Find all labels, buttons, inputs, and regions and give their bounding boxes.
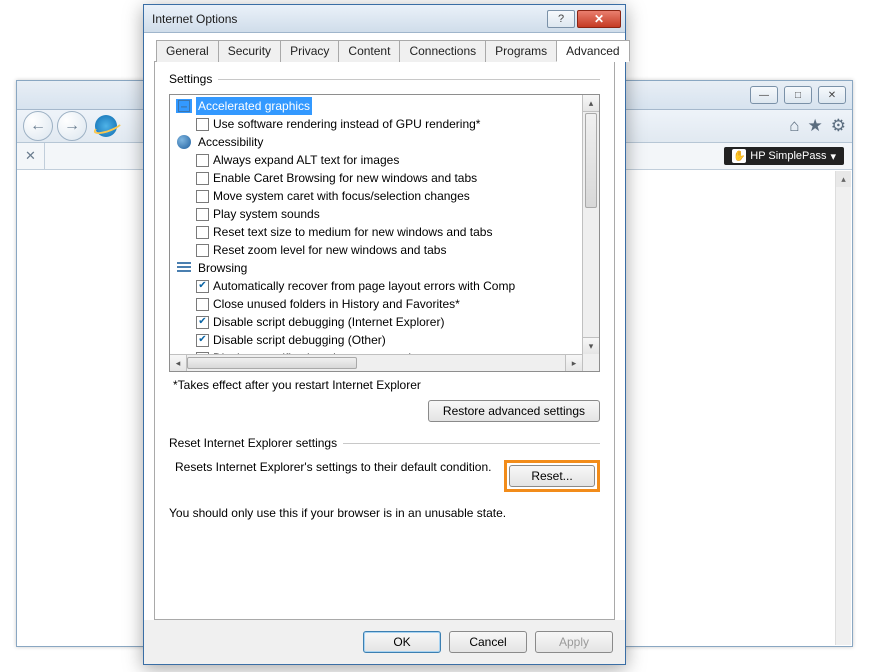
tree-item-label: Disable script debugging (Other) [213, 331, 386, 349]
checkbox[interactable] [196, 334, 209, 347]
close-tab-icon[interactable]: ✕ [17, 143, 45, 169]
restore-advanced-button[interactable]: Restore advanced settings [428, 400, 600, 422]
checkbox[interactable] [196, 190, 209, 203]
internet-options-dialog: Internet Options ? ✕ General Security Pr… [143, 4, 626, 665]
minimize-button[interactable]: — [750, 86, 778, 104]
tree-item[interactable]: Close unused folders in History and Favo… [174, 295, 582, 313]
globe-icon [176, 135, 192, 149]
browser-scrollbar[interactable]: ▴ [835, 171, 851, 645]
scroll-up-icon[interactable]: ▴ [836, 171, 851, 187]
forward-button[interactable]: → [57, 111, 87, 141]
dialog-close-button[interactable]: ✕ [577, 10, 621, 28]
tree-item-label: Use software rendering instead of GPU re… [213, 115, 480, 133]
checkbox[interactable] [196, 154, 209, 167]
simplepass-label: HP SimplePass [750, 150, 826, 162]
reset-group-label: Reset Internet Explorer settings [169, 436, 337, 450]
tree-item-label: Enable Caret Browsing for new windows an… [213, 169, 477, 187]
tree-item[interactable]: Reset zoom level for new windows and tab… [174, 241, 582, 259]
tree-item-label: Close unused folders in History and Favo… [213, 295, 460, 313]
dialog-footer: OK Cancel Apply [144, 620, 625, 664]
checkbox[interactable] [196, 244, 209, 257]
simplepass-toolbar[interactable]: ✋ HP SimplePass ▾ [724, 147, 844, 165]
tree-item[interactable]: Disable script debugging (Other) [174, 331, 582, 349]
dropdown-icon: ▾ [830, 150, 836, 163]
reset-description: Resets Internet Explorer's settings to t… [175, 460, 494, 474]
scroll-thumb[interactable] [585, 113, 597, 208]
tree-item[interactable]: Play system sounds [174, 205, 582, 223]
checkbox[interactable] [196, 280, 209, 293]
tree-item-label: Disable script debugging (Internet Explo… [213, 313, 444, 331]
scroll-down-icon[interactable]: ▾ [583, 337, 599, 354]
reset-button[interactable]: Reset... [509, 465, 595, 487]
checkbox[interactable] [196, 208, 209, 221]
tree-item[interactable]: Always expand ALT text for images [174, 151, 582, 169]
checkbox[interactable] [196, 118, 209, 131]
dialog-titlebar: Internet Options ? ✕ [144, 5, 625, 33]
scroll-left-icon[interactable]: ◂ [170, 355, 187, 371]
tab-advanced[interactable]: Advanced [556, 40, 629, 62]
tree-item[interactable]: Automatically recover from page layout e… [174, 277, 582, 295]
settings-group-label: Settings [169, 72, 212, 86]
tree-category-label: Accessibility [196, 133, 265, 151]
help-button[interactable]: ? [547, 10, 575, 28]
tree-item-label: Reset text size to medium for new window… [213, 223, 492, 241]
list-icon [176, 261, 192, 275]
favorites-icon[interactable]: ★ [808, 116, 823, 136]
tree-item-label: Always expand ALT text for images [213, 151, 399, 169]
tree-item[interactable]: Reset text size to medium for new window… [174, 223, 582, 241]
tree-item-label: Automatically recover from page layout e… [213, 277, 515, 295]
tree-vertical-scrollbar[interactable]: ▴ ▾ [582, 95, 599, 371]
collapse-icon: – [176, 99, 192, 113]
tree-category[interactable]: –Accelerated graphics [174, 97, 582, 115]
tree-item[interactable]: Move system caret with focus/selection c… [174, 187, 582, 205]
tree-category[interactable]: Accessibility [174, 133, 582, 151]
divider [343, 443, 600, 444]
tree-category[interactable]: Browsing [174, 259, 582, 277]
tree-horizontal-scrollbar[interactable]: ◂ ▸ [170, 354, 582, 371]
tab-content[interactable]: Content [338, 40, 400, 62]
dialog-title: Internet Options [152, 12, 237, 26]
tree-item-label: Move system caret with focus/selection c… [213, 187, 470, 205]
scroll-right-icon[interactable]: ▸ [565, 355, 582, 371]
tree-category-label: Accelerated graphics [196, 97, 312, 115]
reset-highlight: Reset... [504, 460, 600, 492]
tab-general[interactable]: General [156, 40, 219, 62]
tab-privacy[interactable]: Privacy [280, 40, 339, 62]
hscroll-thumb[interactable] [187, 357, 357, 369]
scroll-up-icon[interactable]: ▴ [583, 95, 599, 112]
divider [218, 79, 600, 80]
tools-gear-icon[interactable]: ⚙ [831, 116, 846, 136]
tree-item[interactable]: Disable script debugging (Internet Explo… [174, 313, 582, 331]
apply-button[interactable]: Apply [535, 631, 613, 653]
hand-icon: ✋ [732, 149, 746, 163]
tab-security[interactable]: Security [218, 40, 281, 62]
checkbox[interactable] [196, 298, 209, 311]
tree-item[interactable]: Enable Caret Browsing for new windows an… [174, 169, 582, 187]
tab-programs[interactable]: Programs [485, 40, 557, 62]
tree-item[interactable]: Use software rendering instead of GPU re… [174, 115, 582, 133]
back-button[interactable]: ← [23, 111, 53, 141]
restart-note: *Takes effect after you restart Internet… [173, 378, 600, 392]
cancel-button[interactable]: Cancel [449, 631, 527, 653]
checkbox[interactable] [196, 226, 209, 239]
dialog-tabs: General Security Privacy Content Connect… [154, 39, 615, 62]
tree-item-label: Play system sounds [213, 205, 320, 223]
reset-warning: You should only use this if your browser… [169, 506, 600, 520]
checkbox[interactable] [196, 316, 209, 329]
tab-connections[interactable]: Connections [399, 40, 486, 62]
ok-button[interactable]: OK [363, 631, 441, 653]
checkbox[interactable] [196, 172, 209, 185]
home-icon[interactable]: ⌂ [789, 116, 799, 136]
settings-tree[interactable]: –Accelerated graphicsUse software render… [169, 94, 600, 372]
tab-content-advanced: Settings –Accelerated graphicsUse softwa… [154, 62, 615, 620]
tree-item-label: Reset zoom level for new windows and tab… [213, 241, 446, 259]
maximize-button[interactable]: □ [784, 86, 812, 104]
ie-logo-icon [95, 115, 117, 137]
tree-category-label: Browsing [196, 259, 249, 277]
close-button[interactable]: ✕ [818, 86, 846, 104]
